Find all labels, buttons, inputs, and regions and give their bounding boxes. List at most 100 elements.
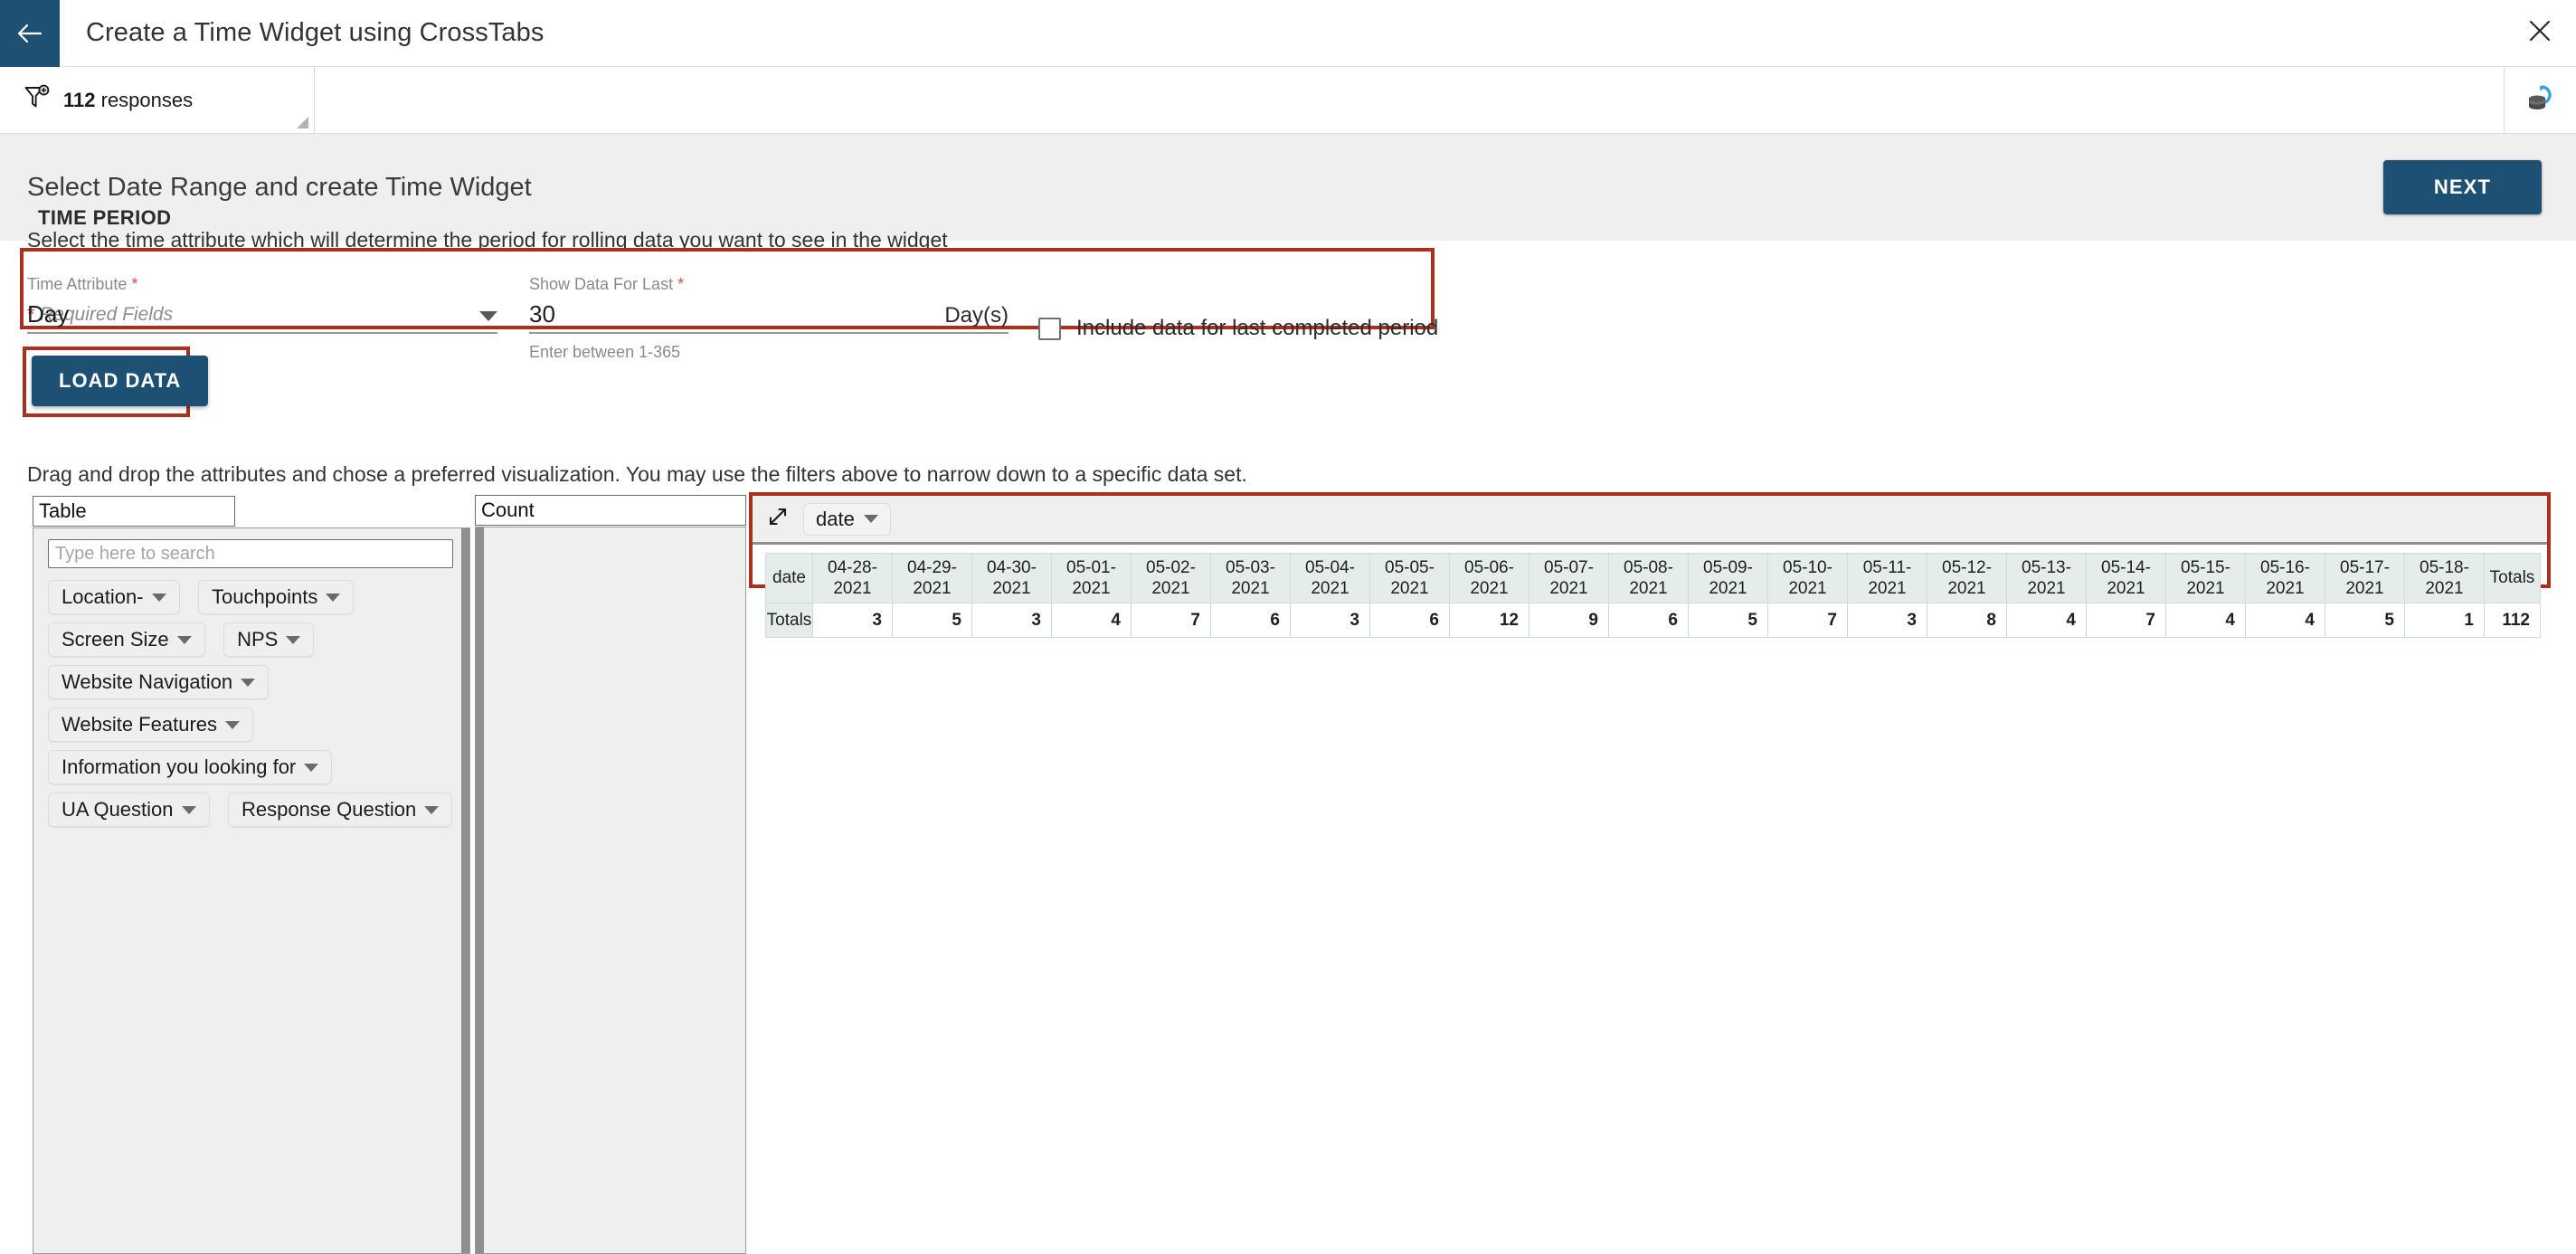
attribute-chip-label: Website Features: [62, 713, 218, 736]
crosstab-cell: 6: [1210, 603, 1291, 638]
crosstab-column-header: 05-04- 2021: [1290, 553, 1370, 603]
show-data-for-last-field[interactable]: Show Data For Last * 30 Day(s) Enter bet…: [529, 275, 1009, 362]
section-heading: Select Date Range and create Time Widget: [27, 172, 532, 202]
crosstab-header-row: date 04-28- 2021 04-29- 2021 04-30- 2021 05-01…: [765, 553, 2541, 603]
crosstab-corner-header: date: [765, 553, 813, 603]
top-bar: Create a Time Widget using CrossTabs: [0, 0, 2576, 67]
checkbox-icon[interactable]: [1038, 317, 1061, 340]
crosstab-total-cell: 112: [2484, 603, 2541, 638]
crosstab-column-header: 05-07- 2021: [1529, 553, 1609, 603]
crosstab-cell: 4: [1051, 603, 1132, 638]
crosstab-column-header: 05-16- 2021: [2245, 553, 2325, 603]
days-unit-label: Day(s): [944, 303, 1009, 328]
crosstab-column-header: 05-06- 2021: [1449, 553, 1530, 603]
crosstab-cell: 5: [2325, 603, 2405, 638]
attribute-chip-label: Location-: [62, 585, 144, 608]
attribute-chip[interactable]: Screen Size: [48, 622, 205, 657]
attribute-chip-list: Location- Touchpoints Screen Size NPS We…: [33, 572, 469, 827]
crosstab-cell: 5: [892, 603, 972, 638]
section-header: Select Date Range and create Time Widget…: [0, 134, 2576, 241]
filter-bar: 112 responses: [0, 67, 2576, 134]
crosstab-column-header: 05-08- 2021: [1608, 553, 1689, 603]
crosstab-cell: 3: [971, 603, 1052, 638]
crosstab-totals-header: Totals: [2484, 553, 2541, 603]
crosstab-column-header: 04-28- 2021: [812, 553, 893, 603]
crosstab-column-header: 05-10- 2021: [1767, 553, 1848, 603]
attribute-chip[interactable]: NPS: [223, 622, 315, 657]
attribute-chip-label: Information you looking for: [62, 755, 297, 778]
table-row: Totals 3 5 3 4 7 6 3 6 12 9 6 5 7 3 8 4 7 4 4 5 1 112: [765, 603, 2541, 638]
crosstab-toolbar: date: [753, 496, 2547, 545]
crosstab-column-header: 05-17- 2021: [2325, 553, 2405, 603]
chevron-down-icon[interactable]: [326, 593, 341, 602]
show-data-for-last-label: Show Data For Last *: [529, 275, 685, 293]
chevron-down-icon[interactable]: [863, 515, 878, 523]
count-drop-pane[interactable]: [475, 527, 746, 1254]
table-pane-title[interactable]: Table: [33, 496, 235, 527]
resize-handle[interactable]: [297, 117, 308, 128]
time-attribute-field[interactable]: Time Attribute * Day: [27, 275, 497, 334]
response-count-suffix: responses: [95, 88, 194, 111]
attributes-scrollbar[interactable]: [461, 528, 469, 1253]
filter-bar-spacer: [315, 67, 2504, 133]
chevron-down-icon[interactable]: [424, 805, 440, 814]
attribute-chip[interactable]: Location-: [48, 580, 180, 614]
attribute-chip[interactable]: Response Question: [227, 793, 453, 827]
response-filter[interactable]: 112 responses: [0, 67, 315, 133]
crosstab-column-header: 05-02- 2021: [1131, 553, 1211, 603]
crosstab-column-header: 04-30- 2021: [971, 553, 1052, 603]
include-last-period-checkbox[interactable]: Include data for last completed period: [1038, 316, 1438, 341]
crosstab-cell: 4: [2165, 603, 2246, 638]
response-count: 112 responses: [63, 88, 194, 111]
chevron-down-icon[interactable]: [286, 635, 301, 644]
crosstab-column-header: 05-18- 2021: [2404, 553, 2485, 603]
include-last-period-label: Include data for last completed period: [1076, 316, 1439, 340]
crosstab-table: date 04-28- 2021 04-29- 2021 04-30- 2021 05-01…: [765, 553, 2541, 638]
arrow-left-icon: [16, 23, 43, 44]
attribute-chip[interactable]: Website Features: [48, 708, 254, 742]
crosstab-cell: 9: [1529, 603, 1609, 638]
chevron-down-icon[interactable]: [479, 311, 497, 321]
expand-diagonal-icon[interactable]: [767, 506, 789, 532]
attribute-chip-label: UA Question: [62, 798, 174, 821]
crosstab-cell: 12: [1449, 603, 1530, 638]
close-icon: [2528, 19, 2552, 47]
attribute-chip[interactable]: UA Question: [48, 793, 210, 827]
count-pane-title[interactable]: Count: [475, 495, 746, 526]
chevron-down-icon[interactable]: [304, 763, 319, 772]
crosstab-column-header: 05-13- 2021: [2006, 553, 2087, 603]
close-button[interactable]: [2504, 0, 2576, 66]
crosstab-column-header: 05-14- 2021: [2086, 553, 2166, 603]
next-button[interactable]: NEXT: [2382, 160, 2542, 214]
database-refresh-icon: [2525, 83, 2556, 117]
crosstab-column-header: 05-12- 2021: [1927, 553, 2007, 603]
chevron-down-icon[interactable]: [241, 678, 256, 687]
crosstab-cell: 3: [1290, 603, 1370, 638]
data-source-button[interactable]: [2504, 67, 2576, 133]
filter-add-icon: [24, 84, 51, 116]
attribute-chip[interactable]: Website Navigation: [48, 665, 270, 699]
crosstab-row-label: Totals: [765, 603, 813, 638]
count-pane-scrollbar[interactable]: [476, 527, 484, 1254]
chevron-down-icon[interactable]: [176, 635, 192, 644]
chevron-down-icon[interactable]: [225, 720, 241, 729]
chevron-down-icon[interactable]: [151, 593, 166, 602]
search-input[interactable]: Type here to search: [48, 539, 453, 568]
attribute-chip[interactable]: Touchpoints: [197, 580, 355, 614]
crosstab-cell: 4: [2006, 603, 2087, 638]
page-title: Create a Time Widget using CrossTabs: [86, 18, 545, 47]
crosstab-column-header: 05-05- 2021: [1369, 553, 1450, 603]
chevron-down-icon[interactable]: [181, 805, 196, 814]
attribute-chip[interactable]: Information you looking for: [48, 750, 333, 784]
show-data-for-last-input[interactable]: 30: [529, 300, 555, 328]
crosstab-cell: 4: [2245, 603, 2325, 638]
column-attribute-chip[interactable]: date: [803, 502, 891, 536]
attribute-chip-label: Screen Size: [62, 628, 169, 651]
crosstab-cell: 8: [1927, 603, 2007, 638]
attributes-pane: Type here to search Location- Touchpoint…: [33, 527, 470, 1254]
load-data-button[interactable]: LOAD DATA: [32, 356, 209, 406]
crosstab-column-header: 05-03- 2021: [1210, 553, 1291, 603]
back-button[interactable]: [0, 0, 60, 67]
attribute-chip-label: NPS: [237, 628, 279, 651]
crosstab-column-header: 05-11- 2021: [1847, 553, 1927, 603]
